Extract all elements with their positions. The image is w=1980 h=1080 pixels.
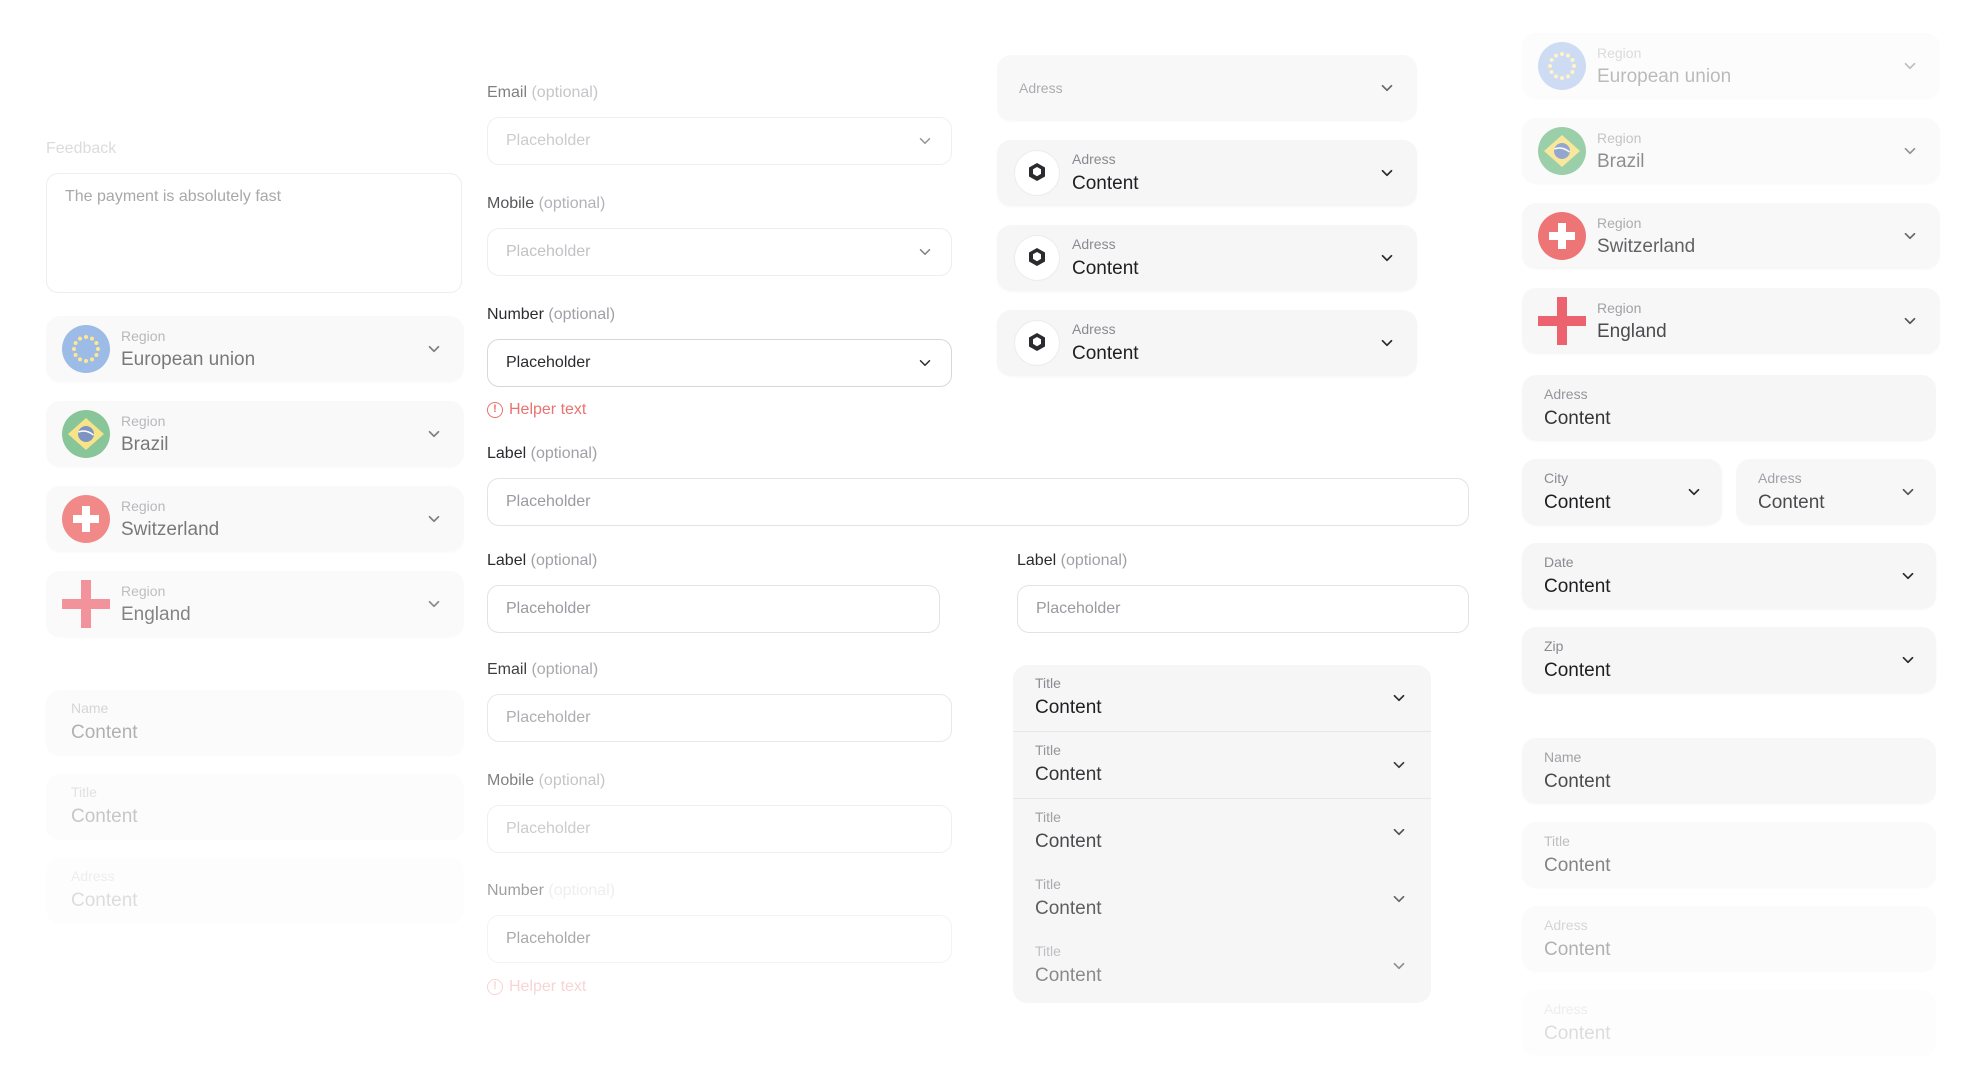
date-label: Date [1544,554,1574,570]
address-select-small[interactable]: Adress Content [1736,459,1936,525]
region-label: Region [1597,45,1642,61]
title-label: Title [1544,833,1570,849]
address-value: Content [1544,939,1611,960]
chevron-down-icon [1900,141,1920,161]
region-value: England [1597,321,1667,342]
region-select-eu-faded[interactable]: Region European union [1522,33,1940,99]
address-field-right-2[interactable]: Adress Content [1522,990,1936,1056]
chevron-down-icon [1898,482,1918,502]
name-field-right[interactable]: Name Content [1522,738,1936,804]
address-label: Adress [1758,470,1802,486]
region-value: Switzerland [1597,236,1696,257]
address-label: Adress [1544,386,1588,402]
swiss-flag-icon [1538,212,1586,260]
region-select-england-faded[interactable]: Region England [1522,288,1940,354]
address-field-right-1[interactable]: Adress Content [1522,906,1936,972]
city-value: Content [1544,492,1611,513]
region-label: Region [1597,300,1642,316]
city-label: City [1544,470,1569,486]
region-label: Region [1597,215,1642,231]
title-value: Content [1544,855,1611,876]
region-value: Brazil [1597,151,1645,172]
zip-label: Zip [1544,638,1564,654]
city-select[interactable]: City Content [1522,459,1722,525]
chevron-down-icon [1684,482,1704,502]
region-value: European union [1597,66,1732,87]
england-flag-icon [1538,297,1586,345]
chevron-down-icon [1900,226,1920,246]
address-text-field[interactable]: Adress Content [1522,375,1936,441]
eu-flag-icon [1538,42,1586,90]
column-4: Region European union Region Brazil Regi… [0,0,1980,1080]
zip-select[interactable]: Zip Content [1522,627,1936,693]
region-label: Region [1597,130,1642,146]
name-value: Content [1544,771,1611,792]
brazil-flag-icon [1538,127,1586,175]
chevron-down-icon [1900,311,1920,331]
date-select[interactable]: Date Content [1522,543,1936,609]
address-label: Adress [1544,1001,1588,1017]
region-select-switzerland-faded[interactable]: Region Switzerland [1522,203,1940,269]
chevron-down-icon [1898,650,1918,670]
date-value: Content [1544,576,1611,597]
title-field-right[interactable]: Title Content [1522,822,1936,888]
address-value: Content [1544,1023,1611,1044]
region-select-brazil-faded[interactable]: Region Brazil [1522,118,1940,184]
chevron-down-icon [1898,566,1918,586]
zip-value: Content [1544,660,1611,681]
address-value: Content [1758,492,1825,513]
address-label: Adress [1544,917,1588,933]
address-value: Content [1544,408,1611,429]
chevron-down-icon [1900,56,1920,76]
name-label: Name [1544,749,1582,765]
